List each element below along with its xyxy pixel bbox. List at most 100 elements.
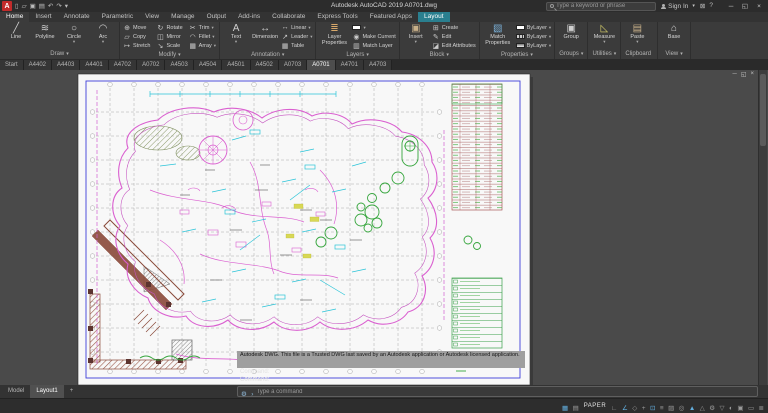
leader-button[interactable]: ↗ Leader ▾ — [281, 32, 312, 41]
selection-cycling-icon[interactable]: ◎ — [679, 405, 685, 412]
open-file-icon[interactable]: ▱ — [22, 2, 27, 10]
lineweight-icon[interactable]: ≡ — [660, 405, 664, 412]
tab-manage[interactable]: Manage — [165, 12, 201, 22]
sign-in-button[interactable]: Sign In ▾ — [661, 3, 695, 10]
trim-button[interactable]: ✂ Trim ▾ — [189, 23, 216, 32]
polyline-button[interactable]: ≋ Polyline — [32, 23, 58, 40]
viewport-minimize-icon[interactable]: ─ — [733, 71, 737, 78]
panel-label-block[interactable]: Block▾ — [400, 51, 479, 60]
isolate-objects-icon[interactable]: ◐ — [729, 405, 733, 412]
edit-attributes-button[interactable]: ◪ Edit Attributes — [432, 41, 476, 50]
workspace-switching-icon[interactable]: ⚙ — [709, 405, 715, 412]
save-icon[interactable]: ▣ — [30, 2, 36, 10]
viewport-restore-icon[interactable]: ◱ — [741, 71, 747, 78]
file-tab-a4502[interactable]: A4502 — [251, 60, 279, 70]
model-tab[interactable]: Model — [2, 385, 30, 398]
polar-tracking-icon[interactable]: ∠ — [622, 405, 628, 412]
undo-icon[interactable]: ↶ — [48, 2, 53, 10]
tab-express-tools[interactable]: Express Tools — [311, 12, 363, 22]
arc-button[interactable]: ◠ Arc ▾ — [90, 23, 116, 44]
site-plan-drawing[interactable] — [0, 70, 768, 385]
clean-screen-icon[interactable]: ▭ — [748, 405, 754, 412]
scrollbar-thumb[interactable] — [760, 74, 766, 146]
panel-label-modify[interactable]: Modify▾ — [120, 51, 219, 60]
rotate-button[interactable]: ↻ Rotate — [156, 23, 184, 32]
help-icon[interactable]: ? — [709, 2, 713, 10]
panel-label-draw[interactable]: Draw▾ — [0, 50, 119, 59]
command-customize-icon[interactable]: ⚙ — [241, 391, 247, 398]
array-button[interactable]: ▦ Array ▾ — [189, 41, 216, 50]
annotation-visibility-icon[interactable]: ▲ — [689, 405, 695, 412]
qat-dropdown-icon[interactable]: ▾ — [65, 2, 68, 10]
new-file-icon[interactable]: ▯ — [15, 2, 19, 10]
file-tab-a0701[interactable]: A0701 — [307, 60, 335, 70]
transparency-icon[interactable]: ▨ — [668, 405, 674, 412]
paste-button[interactable]: ▤ Paste ▾ — [624, 23, 650, 44]
file-tab-a4403[interactable]: A4403 — [52, 60, 80, 70]
layer-properties-button[interactable]: ≣ Layer Properties — [319, 23, 349, 46]
file-tab-start[interactable]: Start — [0, 60, 24, 70]
file-tab-a4503[interactable]: A4503 — [165, 60, 193, 70]
tab-output[interactable]: Output — [201, 12, 233, 22]
redo-icon[interactable]: ↷ — [56, 2, 61, 10]
tab-layout[interactable]: Layout — [418, 12, 450, 22]
panel-label-view[interactable]: View▾ — [658, 50, 690, 59]
tab-addins[interactable]: Add-ins — [232, 12, 266, 22]
file-tab-a4701[interactable]: A4701 — [336, 60, 364, 70]
customize-icon[interactable]: ≣ — [759, 405, 764, 412]
vertical-scrollbar[interactable] — [758, 70, 767, 385]
restore-icon[interactable]: ◱ — [738, 0, 752, 12]
command-prompt-icon[interactable]: › — [251, 391, 253, 398]
tab-insert[interactable]: Insert — [29, 12, 57, 22]
file-tab-a4504[interactable]: A4504 — [194, 60, 222, 70]
stretch-button[interactable]: ↦ Stretch — [123, 41, 152, 50]
viewport-close-icon[interactable]: × — [750, 71, 754, 78]
panel-label-properties[interactable]: Properties▾ — [480, 51, 554, 60]
tab-collaborate[interactable]: Collaborate — [266, 12, 311, 22]
osnap-icon[interactable]: ⊡ — [650, 405, 655, 412]
panel-label-layers[interactable]: Layers▾ — [316, 51, 398, 60]
autocad-logo[interactable]: A — [2, 1, 12, 11]
ortho-icon[interactable]: ∟ — [611, 405, 617, 412]
minimize-icon[interactable]: ─ — [724, 0, 738, 12]
table-button[interactable]: ▦ Table — [281, 41, 312, 50]
tab-parametric[interactable]: Parametric — [96, 12, 139, 22]
file-tab-a0702[interactable]: A0702 — [137, 60, 165, 70]
line-button[interactable]: ╱ Line — [3, 23, 29, 40]
osnap-tracking-icon[interactable]: + — [642, 405, 646, 412]
panel-label-clipboard[interactable]: Clipboard — [621, 50, 657, 59]
tab-annotate[interactable]: Annotate — [58, 12, 96, 22]
scale-button[interactable]: ↘ Scale — [156, 41, 184, 50]
base-button[interactable]: ⌂ Base — [661, 23, 687, 40]
file-tab-a4501[interactable]: A4501 — [222, 60, 250, 70]
layout1-tab[interactable]: Layout1 — [30, 385, 63, 398]
annotation-scale-icon[interactable]: △ — [700, 405, 705, 412]
make-current-button[interactable]: ◉ Make Current — [352, 32, 395, 41]
text-button[interactable]: A Text ▾ — [223, 23, 249, 44]
snap-icon[interactable]: ▤ — [573, 405, 579, 412]
match-layer-button[interactable]: ▥ Match Layer — [352, 41, 395, 50]
circle-button[interactable]: ○ Circle ▾ — [61, 23, 87, 44]
insert-button[interactable]: ▣ Insert ▾ — [403, 23, 429, 44]
close-icon[interactable]: × — [752, 0, 766, 12]
grid-icon[interactable]: ▦ — [562, 405, 568, 412]
new-layout-button[interactable]: + — [64, 385, 80, 398]
match-properties-button[interactable]: ▧ Match Properties — [483, 23, 513, 46]
panel-label-utilities[interactable]: Utilities▾ — [588, 50, 620, 59]
fillet-button[interactable]: ◠ Fillet ▾ — [189, 32, 216, 41]
file-tab-a0703[interactable]: A0703 — [279, 60, 307, 70]
layer-select[interactable]: ▾ — [352, 23, 395, 32]
file-tab-a4401[interactable]: A4401 — [80, 60, 108, 70]
dimension-button[interactable]: ↔ Dimension — [252, 23, 278, 40]
measure-button[interactable]: ◺ Measure ▾ — [591, 23, 617, 44]
move-button[interactable]: ⊕ Move — [123, 23, 152, 32]
object-color-select[interactable]: ByLayer ▾ — [516, 23, 551, 32]
linetype-select[interactable]: ByLayer ▾ — [516, 32, 551, 41]
isodraft-icon[interactable]: ◇ — [632, 405, 637, 412]
graphics-performance-icon[interactable]: ▣ — [737, 405, 743, 412]
file-tab-a4402[interactable]: A4402 — [24, 60, 52, 70]
panel-label-annotation[interactable]: Annotation▾ — [220, 51, 315, 60]
group-button[interactable]: ▣ Group — [558, 23, 584, 40]
search-input[interactable] — [556, 3, 652, 9]
linear-button[interactable]: ↔ Linear ▾ — [281, 23, 312, 32]
